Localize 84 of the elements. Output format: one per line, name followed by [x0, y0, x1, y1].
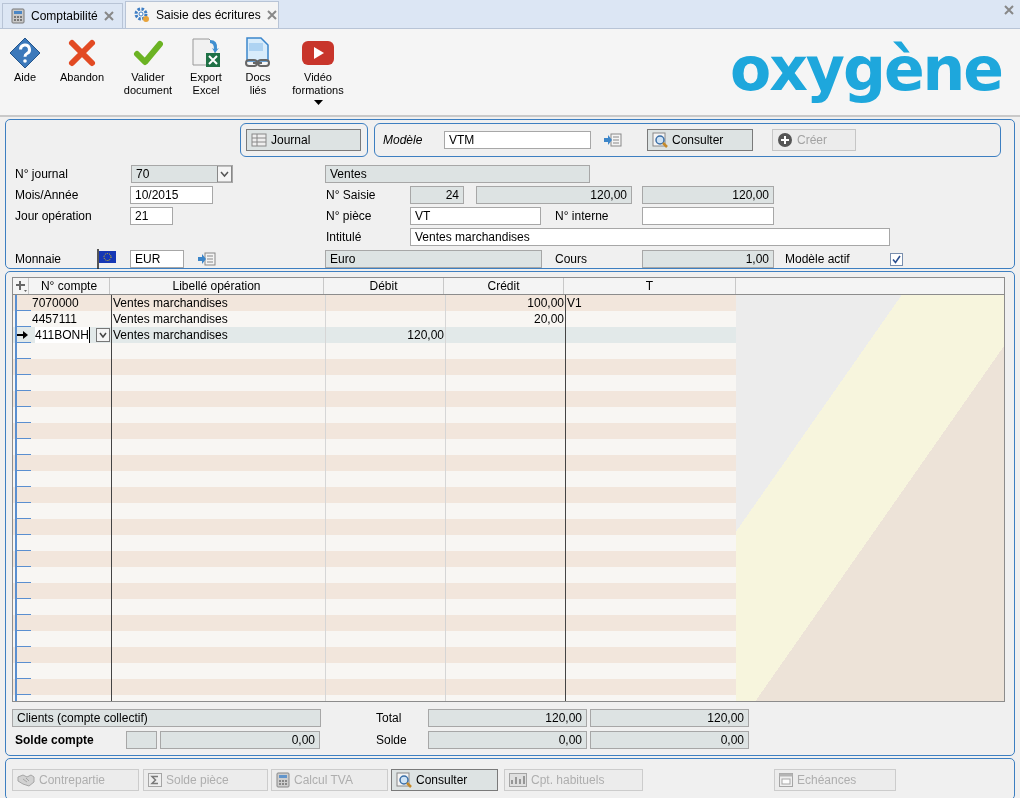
sigma-icon [148, 773, 162, 787]
toolbar-button[interactable]: Export Excel [186, 37, 226, 97]
plus-circle-icon [777, 132, 793, 148]
field-label: Solde compte [15, 733, 95, 747]
toolbar-button[interactable]: Abandon [56, 37, 108, 84]
field-label: Cours [555, 252, 588, 266]
field-label: Jour opération [15, 208, 93, 223]
tab[interactable]: Saisie des écritures [125, 1, 279, 28]
input-field[interactable]: VT [410, 206, 541, 225]
field-label: Modèle actif [785, 252, 851, 266]
input-field[interactable]: 0,00 [590, 731, 749, 749]
tab[interactable]: Comptabilité [2, 3, 123, 28]
flag-icon [96, 248, 118, 270]
current-row-arrow-icon [17, 329, 29, 340]
input-field[interactable]: 120,00 [590, 709, 749, 727]
modele-field[interactable]: VTM [444, 131, 591, 149]
input-field[interactable] [642, 206, 774, 225]
input-field[interactable]: 120,00 [428, 709, 587, 727]
column-header[interactable]: Crédit [444, 278, 564, 294]
input-field[interactable]: 120,00 [476, 185, 632, 204]
dropdown-arrow-icon [217, 165, 232, 182]
input-field[interactable]: EUR [130, 250, 184, 268]
consulter-button[interactable]: Consulter [647, 129, 753, 151]
field-label: Monnaie [15, 252, 63, 266]
input-field[interactable]: 1,00 [642, 250, 774, 268]
modele-label: Modèle [383, 133, 424, 147]
table-row[interactable]: 7070000 Ventes marchandises 100,00 V1 [13, 295, 736, 311]
tab-label: Saisie des écritures [156, 8, 261, 22]
table-row[interactable]: 4457111 Ventes marchandises 20,00 [13, 311, 736, 327]
journal-dropdown[interactable]: 70 [131, 164, 233, 183]
calculator-icon [11, 8, 25, 24]
checkbox[interactable] [890, 252, 903, 266]
chart-icon [509, 773, 527, 787]
close-icon [104, 11, 114, 21]
action-button[interactable]: Consulter [391, 769, 498, 791]
add-column-icon [14, 280, 27, 292]
close-icon [266, 10, 277, 20]
column-header[interactable]: Débit [324, 278, 444, 294]
toolbar-button[interactable]: Docs liés [238, 37, 278, 97]
input-field[interactable]: Ventes marchandises [410, 227, 890, 246]
field-label: Total [376, 711, 403, 725]
field-label: N° interne [555, 208, 610, 223]
logo: oxygène [729, 34, 1002, 104]
help-icon [8, 36, 42, 70]
toolbar-button[interactable]: Vidéo formations [286, 37, 350, 105]
field-label: Mois/Année [15, 187, 80, 202]
tab-label: Comptabilité [31, 9, 98, 23]
search-icon [396, 772, 412, 788]
table-icon [251, 133, 267, 147]
checkmark-icon [892, 254, 901, 264]
column-header[interactable]: Libellé opération [110, 278, 324, 294]
input-field[interactable]: 0,00 [160, 731, 320, 749]
column-header[interactable]: N° compte [29, 278, 110, 294]
spreadsheet-export-icon [190, 37, 222, 69]
play-icon [301, 40, 335, 66]
calendar-icon [779, 773, 793, 787]
field-label: Intitulé [326, 229, 363, 244]
field-label: N° pièce [326, 208, 373, 223]
journal-button[interactable]: Journal [246, 129, 361, 151]
column-header[interactable]: T [564, 278, 736, 294]
input-field[interactable] [126, 731, 157, 749]
toolbar-button[interactable]: Aide [4, 37, 46, 84]
gear-icon [134, 7, 150, 23]
input-field[interactable]: 10/2015 [130, 185, 213, 204]
calculator-icon [276, 772, 290, 788]
input-field[interactable]: 24 [410, 185, 464, 204]
field-label: Solde [376, 733, 408, 747]
input-field[interactable]: 21 [130, 206, 173, 225]
search-icon [652, 132, 668, 148]
checkmark-icon [133, 38, 163, 68]
linked-document-icon [243, 37, 273, 69]
list-icon [603, 132, 623, 148]
account-name-field[interactable]: Clients (compte collectif) [12, 709, 321, 727]
table-cell[interactable]: 411BONH [35, 327, 90, 343]
input-field[interactable]: 0,00 [428, 731, 587, 749]
toolbar-button[interactable]: Valider document [116, 37, 180, 97]
close-icon [1004, 4, 1014, 15]
journal-name-field[interactable]: Ventes [325, 164, 590, 183]
field-label: N° Saisie [326, 187, 377, 202]
field-label: N° journal [15, 166, 69, 181]
input-field[interactable]: 120,00 [642, 185, 774, 204]
currency-name-field[interactable]: Euro [325, 250, 542, 268]
cross-icon [67, 38, 97, 68]
table-row[interactable]: 411BONH Ventes marchandises 120,00 [13, 327, 736, 343]
